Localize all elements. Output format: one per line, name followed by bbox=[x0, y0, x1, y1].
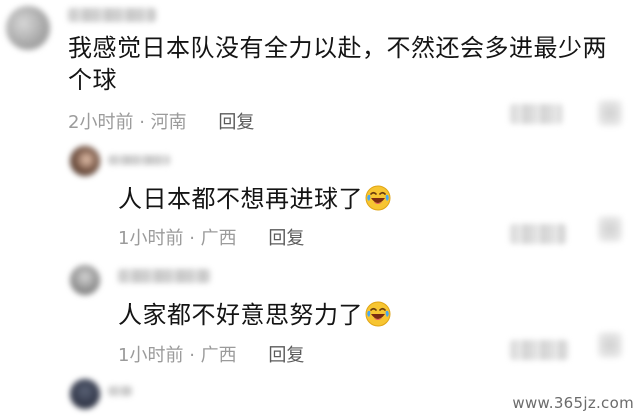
reply-meta: 1小时前 · 广西 回复 bbox=[118, 224, 304, 250]
reply-item: 人日本都不想再进球了 bbox=[118, 183, 391, 215]
comment-text: 我感觉日本队没有全力以赴，不然还会多进最少两个球 bbox=[68, 34, 607, 94]
comment-location: 河南 bbox=[150, 112, 187, 133]
reply-username-redacted[interactable] bbox=[118, 269, 210, 283]
meta-separator: · bbox=[189, 228, 195, 249]
laughing-tears-icon bbox=[365, 185, 391, 211]
reply-username-redacted[interactable] bbox=[108, 386, 132, 396]
reply-item: 人家都不好意思努力了 bbox=[118, 299, 391, 331]
reply-avatar[interactable] bbox=[70, 265, 100, 295]
like-count-redacted[interactable] bbox=[510, 104, 562, 124]
reply-meta: 1小时前 · 广西 回复 bbox=[118, 341, 304, 367]
comment-meta: 2小时前 · 河南 回复 bbox=[68, 108, 254, 134]
reply-time: 1小时前 bbox=[118, 345, 184, 366]
username-redacted[interactable] bbox=[68, 8, 156, 22]
more-options-icon[interactable] bbox=[598, 332, 622, 358]
reply-time: 1小时前 bbox=[118, 228, 184, 249]
more-options-icon[interactable] bbox=[598, 216, 622, 242]
reply-button[interactable]: 回复 bbox=[268, 345, 304, 366]
watermark: www.365jz.com bbox=[512, 394, 634, 412]
avatar[interactable] bbox=[6, 6, 50, 50]
laughing-tears-icon bbox=[365, 301, 391, 327]
like-count-redacted[interactable] bbox=[510, 224, 566, 244]
reply-username-redacted[interactable] bbox=[108, 155, 170, 165]
meta-separator: · bbox=[189, 345, 195, 366]
comment-time: 2小时前 bbox=[68, 112, 134, 133]
reply-text: 人日本都不想再进球了 bbox=[118, 185, 363, 213]
meta-separator: · bbox=[139, 112, 145, 133]
reply-avatar[interactable] bbox=[70, 146, 100, 176]
like-count-redacted[interactable] bbox=[510, 340, 568, 360]
reply-button[interactable]: 回复 bbox=[268, 228, 304, 249]
reply-avatar[interactable] bbox=[70, 379, 100, 409]
reply-location: 广西 bbox=[200, 228, 237, 249]
reply-button[interactable]: 回复 bbox=[218, 112, 254, 133]
reply-location: 广西 bbox=[200, 345, 237, 366]
reply-text: 人家都不好意思努力了 bbox=[118, 301, 363, 329]
more-options-icon[interactable] bbox=[598, 100, 622, 126]
